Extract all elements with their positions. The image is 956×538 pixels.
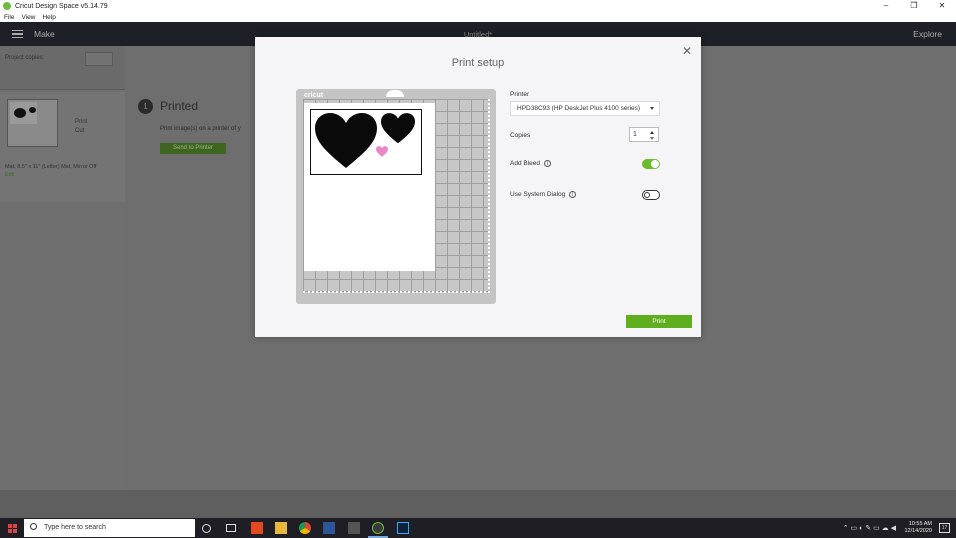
file-explorer-icon[interactable] [275,522,287,534]
add-bleed-text: Add Bleed [510,160,540,168]
windows-start-icon[interactable] [0,518,22,538]
maximize-button[interactable]: ❐ [900,0,928,12]
photoshop-icon[interactable] [397,522,409,534]
decrement-arrow-icon[interactable] [650,137,654,140]
menu-view[interactable]: View [21,14,35,21]
mat-info: Mat, 8.5" x 11" (Letter) Mat, Mirror Off [5,164,97,170]
step-title: Printed [160,99,199,113]
mat-edit-link[interactable]: Edit [5,172,14,178]
printer-label: Printer [510,91,530,98]
search-icon [30,523,37,530]
chrome-icon[interactable] [299,522,311,534]
window-title: Cricut Design Space v5.14.79 [15,2,108,10]
clock-date: 12/14/2020 [904,528,932,534]
close-icon[interactable]: ✕ [682,45,692,57]
calculator-icon[interactable] [348,522,360,534]
system-tray-icons[interactable]: ⌃ ▭ ◐ ✎ ▭ ☁ ◀ [843,524,896,532]
large-heart-image [315,113,377,168]
copies-stepper[interactable]: 1 [629,127,659,142]
print-setup-dialog: ✕ Print setup cricut Printer HPD38C93 (H… [255,37,701,337]
explore-link[interactable]: Explore [913,29,942,39]
left-panel: Project copies: Print Cut Mat, 8.5" x 11… [0,46,125,490]
step-number-badge: 1 [138,99,153,114]
system-dialog-label: Use System Dialog i [510,191,577,199]
taskbar: Type here to search ⌃ ▭ ◐ ✎ ▭ ☁ ◀ 10:55 … [0,518,956,538]
increment-arrow-icon[interactable] [650,131,654,134]
taskbar-search-input[interactable]: Type here to search [24,519,195,537]
system-dialog-toggle[interactable] [642,190,660,200]
mat-mode-cut: Cut [75,128,85,134]
cricut-app-icon [3,2,11,10]
toggle-knob [651,160,659,168]
task-view-icon[interactable] [226,524,236,532]
project-copies-stepper[interactable] [85,52,113,66]
watermark-logo [882,490,942,516]
close-window-button[interactable]: ✕ [928,0,956,12]
small-heart-image [381,113,415,144]
printer-select[interactable]: HPD38C93 (HP DeskJet Plus 4100 series) [510,101,660,116]
menubar: File View Help [0,12,956,22]
printer-select-value: HPD38C93 (HP DeskJet Plus 4100 series) [517,105,641,112]
print-button[interactable]: Print [626,315,692,328]
chevron-down-icon [650,107,654,110]
cortana-icon[interactable] [202,524,211,533]
add-bleed-label: Add Bleed i [510,160,551,167]
copies-label: Copies [510,132,531,139]
notification-count: 17 [941,525,948,531]
mat-mode-print: Print [75,119,88,125]
notification-icon[interactable]: 17 [939,523,950,533]
toggle-knob [644,192,650,198]
minimize-button[interactable]: – [872,0,900,12]
add-bleed-toggle[interactable] [642,159,660,169]
clock[interactable]: 10:55 AM 12/14/2020 [904,521,932,535]
dialog-title: Print setup [451,57,505,69]
system-dialog-text: Use System Dialog [510,191,566,199]
step-description: Print image(s) on a printer of y [160,126,241,132]
clock-time: 10:55 AM [908,521,932,527]
mat-mode-labels: Print Cut [75,118,87,136]
print-bounding-box [310,109,422,175]
mat-card[interactable]: Print Cut Mat, 8.5" x 11" (Letter) Mat, … [0,92,125,202]
preview-paper [304,103,435,271]
info-icon[interactable]: i [569,191,577,198]
menu-file[interactable]: File [4,14,14,21]
window-titlebar: Cricut Design Space v5.14.79 – ❐ ✕ [0,0,956,12]
thumbnail-heart-small [29,107,36,113]
copies-value: 1 [633,131,637,138]
pink-heart-image [376,146,388,157]
window-controls: – ❐ ✕ [872,0,956,12]
office-icon[interactable] [251,522,263,534]
thumbnail-heart-large [14,108,26,118]
project-copies-label: Project copies: [5,55,45,61]
mat-thumbnail[interactable] [7,99,58,147]
menu-help[interactable]: Help [42,14,55,21]
word-icon[interactable] [323,522,335,534]
mat-notch [386,90,404,97]
project-copies-strip: Project copies: [0,46,125,90]
send-to-printer-button[interactable]: Send to Printer [160,143,226,154]
info-icon[interactable]: i [543,160,551,167]
mat-brand: cricut [304,92,324,99]
print-preview-mat: cricut [296,89,496,304]
bottom-bar [0,490,956,518]
cricut-taskbar-icon[interactable] [372,522,384,534]
